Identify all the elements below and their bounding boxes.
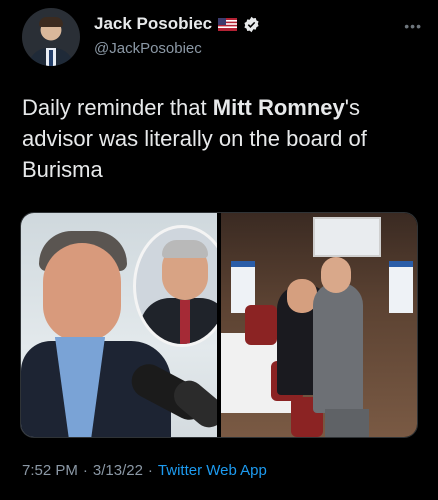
tweet-text-part1: Daily reminder that [22, 95, 213, 120]
tweet-text-bold: Mitt Romney [212, 95, 345, 120]
standing-figure-head [321, 257, 351, 293]
avatar-tie [49, 50, 53, 66]
user-handle[interactable]: @JackPosobiec [94, 40, 202, 57]
inset-tie [180, 300, 190, 344]
standing-figure-legs [325, 409, 369, 437]
tweet-footer: 7:52 PM · 3/13/22 · Twitter Web App [22, 462, 267, 479]
media-photo-right[interactable] [221, 213, 417, 437]
avatar[interactable] [22, 8, 80, 66]
photo-figure-head [43, 243, 121, 341]
inset-hair [162, 240, 208, 258]
tweet-date[interactable]: 3/13/22 [93, 462, 143, 479]
tweet-header: Jack Posobiec @JackPosobiec ••• [22, 8, 422, 70]
separator: · [82, 462, 88, 479]
banner-right [389, 261, 413, 313]
tweet-time[interactable]: 7:52 PM [22, 462, 78, 479]
display-name[interactable]: Jack Posobiec [94, 14, 212, 34]
inset-portrait [133, 225, 217, 347]
tweet-text: Daily reminder that Mitt Romney's adviso… [22, 92, 422, 185]
media-photo-left[interactable] [21, 213, 217, 437]
more-options-icon[interactable]: ••• [404, 18, 422, 34]
us-flag-icon [218, 17, 238, 31]
inset-suit [140, 298, 217, 344]
tweet-media[interactable] [20, 212, 418, 438]
avatar-hair [39, 17, 63, 27]
projection-screen [313, 217, 381, 257]
separator: · [147, 462, 153, 479]
chair [245, 305, 277, 345]
name-row: Jack Posobiec [94, 14, 260, 34]
verified-badge-icon [243, 16, 260, 33]
source-app-link[interactable]: Twitter Web App [158, 462, 267, 479]
standing-figure [313, 283, 363, 413]
